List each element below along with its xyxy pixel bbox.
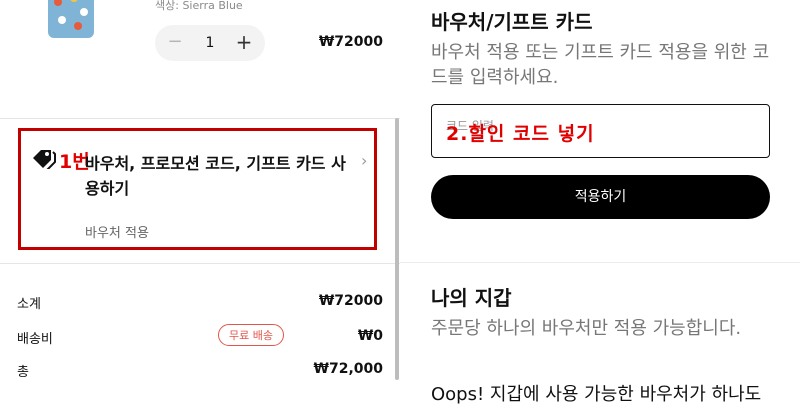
voucher-panel: 바우처/기프트 카드 바우처 적용 또는 기프트 카드 적용을 위한 코드를 입… — [400, 0, 800, 405]
shipping-label: 배송비 — [17, 332, 53, 347]
voucher-subtitle: 바우처 적용 — [85, 226, 149, 241]
voucher-entry-button[interactable]: 1번 바우처, 프로모션 코드, 기프트 카드 사용하기 › 바우처 적용 — [18, 128, 377, 250]
product-variant: 색상: Sierra Blue — [155, 0, 243, 12]
wallet-title: 나의 지갑 — [431, 286, 512, 310]
wallet-description: 주문당 하나의 바우처만 적용 가능합니다. — [431, 318, 742, 339]
tag-icon — [33, 150, 56, 169]
voucher-code-input[interactable]: 코드 입력 2.할인 코드 넣기 — [431, 104, 770, 158]
section-divider — [0, 118, 400, 119]
product-thumbnail[interactable] — [48, 0, 94, 38]
voucher-title: 바우처, 프로모션 코드, 기프트 카드 사용하기 — [85, 154, 346, 198]
pattern-dot — [80, 8, 88, 16]
quantity-stepper: − 1 + — [155, 25, 265, 61]
pattern-dot — [74, 22, 82, 30]
decrease-quantity-button[interactable]: − — [167, 32, 183, 52]
step-2-marker: 2.할인 코드 넣기 — [446, 123, 595, 145]
section-divider — [0, 263, 400, 264]
pattern-dot — [58, 16, 66, 24]
wallet-empty-message: Oops! 지갑에 사용 가능한 바우처가 하나도 — [431, 384, 762, 405]
increase-quantity-button[interactable]: + — [235, 31, 253, 53]
quantity-value: 1 — [205, 35, 215, 51]
pattern-dot — [54, 0, 62, 6]
apply-button[interactable]: 적용하기 — [431, 175, 770, 219]
total-value: ₩72,000 — [313, 361, 383, 377]
gift-card-description: 바우처 적용 또는 기프트 카드 적용을 위한 코드를 입력하세요. — [431, 42, 770, 88]
chevron-right-icon: › — [361, 151, 368, 170]
free-shipping-badge: 무료 배송 — [218, 324, 284, 346]
product-price: ₩72000 — [318, 34, 383, 50]
subtotal-value: ₩72000 — [318, 293, 383, 309]
pattern-dot — [70, 0, 78, 2]
total-label: 총 — [17, 365, 29, 380]
shipping-value: ₩0 — [357, 328, 383, 344]
scrollbar[interactable] — [395, 118, 399, 380]
section-divider — [400, 262, 800, 263]
subtotal-label: 소계 — [17, 297, 41, 312]
cart-panel: 색상: Sierra Blue − 1 + ₩72000 1번 바우처, 프로모… — [0, 0, 400, 400]
gift-card-title: 바우처/기프트 카드 — [431, 10, 593, 34]
